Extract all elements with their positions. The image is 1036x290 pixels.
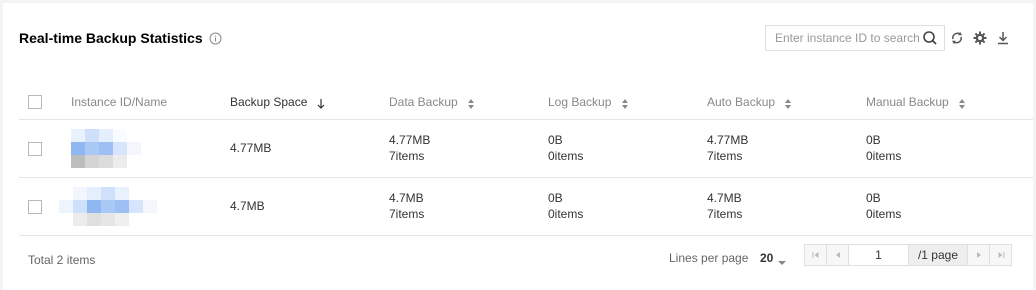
pagination: /1 page bbox=[804, 244, 1012, 266]
manual-backup-cell: 0B 0items bbox=[866, 177, 1033, 235]
column-label-auto-backup: Auto Backup bbox=[707, 94, 776, 109]
settings-icon[interactable] bbox=[972, 30, 988, 46]
instance-cell bbox=[71, 119, 230, 177]
table-row: 4.77MB 4.77MB 7items 0B 0items 4.77MB 7i… bbox=[19, 119, 1033, 177]
data-backup-count: 7items bbox=[389, 149, 425, 163]
download-icon[interactable] bbox=[995, 30, 1011, 46]
column-label-log-backup: Log Backup bbox=[548, 94, 612, 109]
column-header-instance: Instance ID/Name bbox=[71, 85, 230, 119]
column-header-data-backup[interactable]: Data Backup bbox=[389, 85, 548, 119]
page-number-input[interactable] bbox=[849, 245, 909, 265]
log-backup-cell: 0B 0items bbox=[548, 119, 707, 177]
manual-backup-size: 0B bbox=[866, 133, 881, 147]
log-backup-count: 0items bbox=[548, 149, 584, 163]
manual-backup-count: 0items bbox=[866, 149, 902, 163]
auto-backup-cell: 4.7MB 7items bbox=[707, 177, 866, 235]
sort-descending-icon[interactable] bbox=[317, 98, 325, 109]
select-all-checkbox[interactable] bbox=[28, 95, 42, 110]
first-page-icon bbox=[812, 252, 818, 258]
backup-space-cell: 4.77MB bbox=[230, 141, 272, 155]
panel-header: Real-time Backup Statistics bbox=[19, 30, 222, 46]
column-label-manual-backup: Manual Backup bbox=[866, 94, 949, 109]
last-page-button[interactable] bbox=[989, 245, 1011, 265]
lines-per-page-select[interactable]: 20 bbox=[760, 251, 787, 265]
column-header-log-backup[interactable]: Log Backup bbox=[548, 85, 707, 119]
search-icon[interactable] bbox=[922, 30, 938, 46]
lines-per-page-value: 20 bbox=[760, 251, 774, 265]
info-circle-icon[interactable] bbox=[209, 32, 222, 45]
data-backup-count: 7items bbox=[389, 207, 425, 221]
column-header-backup-space[interactable]: Backup Space bbox=[230, 85, 389, 119]
sort-icon[interactable] bbox=[467, 98, 475, 109]
backup-stats-table: Instance ID/Name Backup Space Data Backu… bbox=[19, 85, 1033, 236]
data-backup-size: 4.77MB bbox=[389, 133, 431, 147]
page-title: Real-time Backup Statistics bbox=[19, 30, 203, 46]
column-header-manual-backup[interactable]: Manual Backup bbox=[866, 85, 1033, 119]
log-backup-size: 0B bbox=[548, 191, 563, 205]
log-backup-count: 0items bbox=[548, 207, 584, 221]
auto-backup-count: 7items bbox=[707, 207, 743, 221]
manual-backup-cell: 0B 0items bbox=[866, 119, 1033, 177]
chevron-down-icon bbox=[778, 255, 787, 265]
data-backup-cell: 4.77MB 7items bbox=[389, 119, 548, 177]
column-header-auto-backup[interactable]: Auto Backup bbox=[707, 85, 866, 119]
log-backup-size: 0B bbox=[548, 133, 563, 147]
column-label-data-backup: Data Backup bbox=[389, 94, 458, 109]
prev-page-icon bbox=[835, 252, 840, 258]
backup-statistics-panel: Real-time Backup Statistics Instance ID/… bbox=[3, 3, 1033, 290]
select-all-cell bbox=[19, 85, 71, 119]
row-select-cell bbox=[19, 119, 71, 177]
page-total: /1 page bbox=[909, 245, 967, 265]
search-input[interactable] bbox=[766, 26, 922, 50]
auto-backup-count: 7items bbox=[707, 149, 743, 163]
data-backup-size: 4.7MB bbox=[389, 191, 424, 205]
next-page-button[interactable] bbox=[967, 245, 989, 265]
redacted-instance-name[interactable] bbox=[59, 186, 157, 226]
column-label-backup-space: Backup Space bbox=[230, 94, 308, 109]
sort-icon[interactable] bbox=[958, 98, 966, 109]
auto-backup-cell: 4.77MB 7items bbox=[707, 119, 866, 177]
instance-cell bbox=[59, 177, 230, 235]
prev-page-button[interactable] bbox=[827, 245, 849, 265]
table-row: 4.7MB 4.7MB 7items 0B 0items 4.7MB 7item… bbox=[19, 177, 1033, 235]
manual-backup-count: 0items bbox=[866, 207, 902, 221]
total-count: Total 2 items bbox=[28, 253, 96, 267]
log-backup-cell: 0B 0items bbox=[548, 177, 707, 235]
search-box bbox=[765, 25, 945, 51]
lines-per-page-label: Lines per page bbox=[669, 251, 749, 265]
row-checkbox[interactable] bbox=[28, 141, 42, 156]
sort-icon[interactable] bbox=[784, 98, 792, 109]
last-page-icon bbox=[998, 252, 1004, 258]
manual-backup-size: 0B bbox=[866, 191, 881, 205]
data-backup-cell: 4.7MB 7items bbox=[389, 177, 548, 235]
redacted-instance-name[interactable] bbox=[71, 128, 155, 168]
first-page-button[interactable] bbox=[805, 245, 827, 265]
next-page-icon bbox=[976, 252, 981, 258]
auto-backup-size: 4.7MB bbox=[707, 191, 742, 205]
auto-backup-size: 4.77MB bbox=[707, 133, 749, 147]
sort-icon[interactable] bbox=[621, 98, 629, 109]
row-checkbox[interactable] bbox=[28, 199, 42, 214]
column-label-instance: Instance ID/Name bbox=[71, 94, 168, 109]
table-header-row: Instance ID/Name Backup Space Data Backu… bbox=[19, 85, 1033, 119]
refresh-icon[interactable] bbox=[949, 30, 965, 46]
backup-space-cell: 4.7MB bbox=[230, 199, 265, 213]
